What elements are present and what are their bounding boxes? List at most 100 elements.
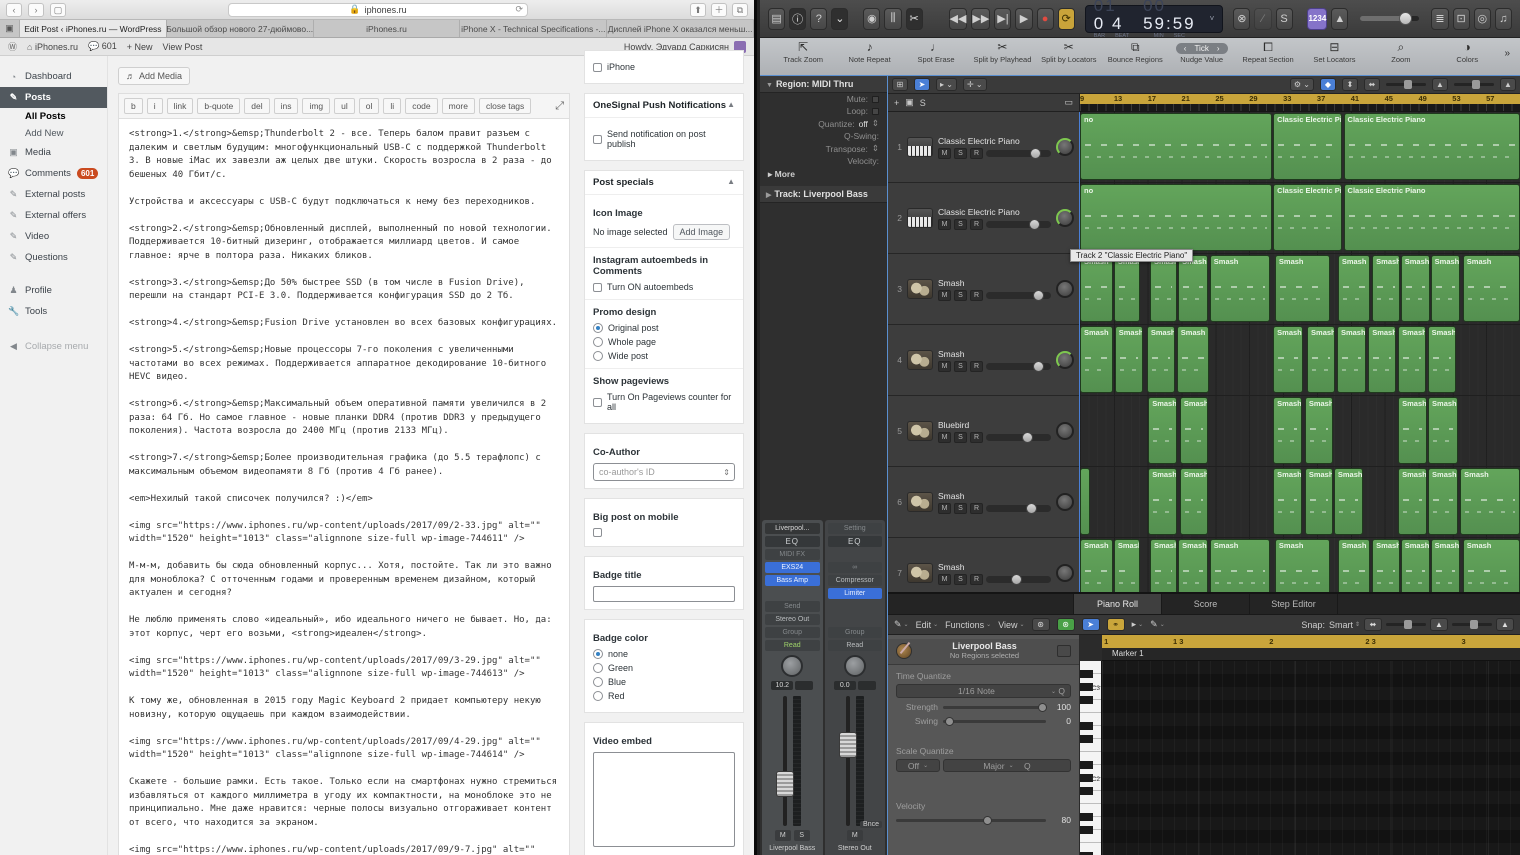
region-param-q-swing[interactable]: Q-Swing:: [760, 130, 887, 142]
collapse-icon[interactable]: ▲: [727, 100, 735, 111]
add-track-icon[interactable]: +: [894, 98, 899, 108]
record-button[interactable]: ●: [1037, 8, 1054, 30]
track-volume-slider[interactable]: [986, 292, 1051, 299]
midi-region[interactable]: Smash: [1080, 255, 1113, 322]
loop-browser-icon[interactable]: ◎: [1474, 8, 1491, 30]
controlbar-set-locators[interactable]: ⊟Set Locators: [1301, 40, 1367, 64]
sidebar-item-collapse-menu[interactable]: ◀Collapse menu: [0, 336, 107, 357]
editor-pencil-tool[interactable]: ✎ ⌄: [1150, 619, 1165, 630]
midi-region[interactable]: no: [1080, 184, 1272, 251]
back-icon[interactable]: ‹: [6, 3, 22, 17]
stepper-icon[interactable]: ⇕: [872, 118, 879, 129]
radio-icon[interactable]: [593, 691, 603, 701]
sidebar-item-dashboard[interactable]: ◔Dashboard: [0, 66, 107, 87]
volume-fader[interactable]: [783, 696, 787, 826]
link-icon[interactable]: ⚭: [1107, 618, 1125, 631]
cycle-range[interactable]: 913172125293337414549535761: [1080, 94, 1520, 104]
toolbar-toggle-icon[interactable]: ⌄: [831, 8, 848, 30]
midi-region[interactable]: Smash: [1273, 397, 1302, 464]
controlbar-zoom[interactable]: ⌕Zoom: [1368, 40, 1434, 64]
editor-vzoom-slider[interactable]: [1386, 623, 1426, 626]
track-header-5[interactable]: 5BluebirdMSR: [888, 396, 1079, 467]
metronome-icon[interactable]: ▲: [1331, 8, 1348, 30]
radio-icon[interactable]: [593, 323, 603, 333]
midi-region[interactable]: Smash: [1114, 255, 1140, 322]
param-checkbox[interactable]: [872, 96, 879, 103]
bounce-button[interactable]: Bnce: [860, 821, 882, 828]
midi-region[interactable]: Smash: [1460, 468, 1520, 535]
midi-region[interactable]: Smash: [1428, 397, 1458, 464]
midi-region[interactable]: [1080, 468, 1090, 535]
white-key[interactable]: [1080, 661, 1101, 674]
pinned-tab-icon[interactable]: ▣: [0, 20, 20, 37]
nudge-right-icon[interactable]: ›: [1217, 44, 1220, 53]
master-volume-slider[interactable]: [1360, 16, 1419, 21]
white-key[interactable]: [1080, 726, 1101, 739]
strip-slot-group[interactable]: Group: [765, 627, 820, 638]
sidebar-item-video[interactable]: ✎Video: [0, 226, 107, 247]
midi-region[interactable]: Smash: [1150, 255, 1177, 322]
track-lane-4[interactable]: SmashSmashSmashSmashSmashSmashSmashSmash…: [1080, 325, 1520, 396]
velocity-slider[interactable]: [896, 819, 1046, 822]
quicktag-close-tags[interactable]: close tags: [479, 98, 531, 114]
radio-icon[interactable]: [593, 649, 603, 659]
horizontal-autozoom-icon[interactable]: ⬌: [1364, 78, 1380, 91]
track-m-button[interactable]: M: [938, 503, 951, 514]
strip-slot[interactable]: [828, 549, 883, 560]
strip-slot-liverpool-[interactable]: Liverpool...: [765, 523, 820, 534]
inspector-icon[interactable]: ⓘ: [789, 8, 806, 30]
scale-root-select[interactable]: Off⌄: [896, 759, 940, 772]
radio-icon[interactable]: [593, 337, 603, 347]
midi-region[interactable]: Smash: [1115, 326, 1143, 393]
track-header-3[interactable]: 3SmashMSR: [888, 254, 1079, 325]
white-key[interactable]: [1080, 804, 1101, 817]
quicktag-i[interactable]: i: [147, 98, 163, 114]
sidebar-item-add-new[interactable]: Add New: [0, 125, 107, 142]
midi-region[interactable]: Classic Electric Piano: [1344, 184, 1520, 251]
white-key[interactable]: [1080, 791, 1101, 804]
video-embed-textarea[interactable]: [593, 752, 735, 847]
track-r-button[interactable]: R: [970, 432, 983, 443]
play-button[interactable]: ▶: [1015, 8, 1032, 30]
track-volume-slider[interactable]: [986, 434, 1051, 441]
secondary-tool[interactable]: ✛ ⌄: [963, 78, 987, 91]
sidebar-item-external-posts[interactable]: ✎External posts: [0, 184, 107, 205]
region-param-loop[interactable]: Loop:: [760, 105, 887, 117]
region-param-quantize[interactable]: Quantize:off⇕: [760, 117, 887, 130]
crossfade-icon[interactable]: ∕: [1254, 8, 1271, 30]
track-inspector-header[interactable]: ▶Track: Liverpool Bass: [760, 186, 887, 203]
midi-in-icon[interactable]: ⊛: [1032, 618, 1050, 631]
zoom-lock-icon[interactable]: ▲: [1432, 78, 1448, 91]
midi-region[interactable]: Smash: [1273, 468, 1302, 535]
zoom-lock2-icon[interactable]: ▲: [1500, 78, 1516, 91]
swing-slider[interactable]: [943, 720, 1046, 723]
strip-slot-stereo-out[interactable]: Stereo Out: [765, 614, 820, 625]
track-r-button[interactable]: R: [970, 290, 983, 301]
controlbar-bounce-regions[interactable]: ⧉Bounce Regions: [1102, 40, 1168, 64]
track-s-button[interactable]: S: [954, 574, 967, 585]
editor-panel-icon[interactable]: [1057, 645, 1071, 657]
strip-slot-eq[interactable]: EQ: [828, 536, 883, 547]
midi-region[interactable]: Smash: [1398, 397, 1427, 464]
address-bar[interactable]: 🔒 iphones.ru ⟳: [228, 3, 528, 17]
track-s-button[interactable]: S: [954, 290, 967, 301]
pan-knob[interactable]: [1056, 138, 1074, 156]
midi-region[interactable]: Smash: [1148, 468, 1177, 535]
midi-region[interactable]: Smash: [1080, 326, 1113, 393]
pan-knob[interactable]: [1056, 422, 1074, 440]
pan-knob[interactable]: [844, 655, 866, 677]
note-pads-icon[interactable]: ⊡: [1453, 8, 1470, 30]
controlbar-spot-erase[interactable]: ♩Spot Erase: [903, 40, 969, 64]
quicktag-code[interactable]: code: [405, 98, 437, 114]
tab-overview-icon[interactable]: ⧉: [732, 3, 748, 17]
strip-m-button[interactable]: M: [847, 830, 863, 841]
midi-region[interactable]: Smash: [1398, 468, 1427, 535]
share-icon[interactable]: ⬆: [690, 3, 706, 17]
tab-piano-roll[interactable]: Piano Roll: [1074, 594, 1162, 614]
track-s-button[interactable]: S: [954, 432, 967, 443]
midi-region[interactable]: Smash: [1275, 255, 1330, 322]
white-key[interactable]: [1080, 843, 1101, 855]
track-s-button[interactable]: S: [954, 148, 967, 159]
sidebar-item-external-offers[interactable]: ✎External offers: [0, 205, 107, 226]
track-lane-3[interactable]: SmashSmashSmashSmashSmashSmashSmashSmash…: [1080, 254, 1520, 325]
